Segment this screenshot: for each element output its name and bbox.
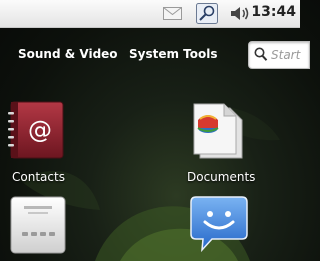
search-field[interactable] xyxy=(248,41,311,69)
documents-icon xyxy=(186,100,246,164)
app-label: Documents xyxy=(187,170,256,184)
category-system-tools[interactable]: System Tools xyxy=(129,47,218,61)
app-chat[interactable] xyxy=(190,196,248,258)
search-input[interactable] xyxy=(271,46,311,64)
svg-text:@: @ xyxy=(28,116,52,144)
volume-icon[interactable] xyxy=(230,6,250,25)
app-label: Contacts xyxy=(12,170,65,184)
contacts-book-icon: @ xyxy=(8,100,66,164)
chat-bubble-icon xyxy=(190,196,248,258)
status-bar: 13:44 xyxy=(0,0,300,28)
device-icon xyxy=(10,196,66,258)
search-icon xyxy=(254,47,268,66)
network-icon[interactable] xyxy=(196,3,218,28)
app-device[interactable] xyxy=(10,196,66,258)
app-contacts[interactable]: @ Contacts xyxy=(8,100,78,186)
clock[interactable]: 13:44 xyxy=(251,4,296,20)
mail-icon[interactable] xyxy=(163,5,182,25)
category-sound-video[interactable]: Sound & Video xyxy=(18,47,118,61)
app-documents[interactable]: Documents xyxy=(186,100,266,186)
